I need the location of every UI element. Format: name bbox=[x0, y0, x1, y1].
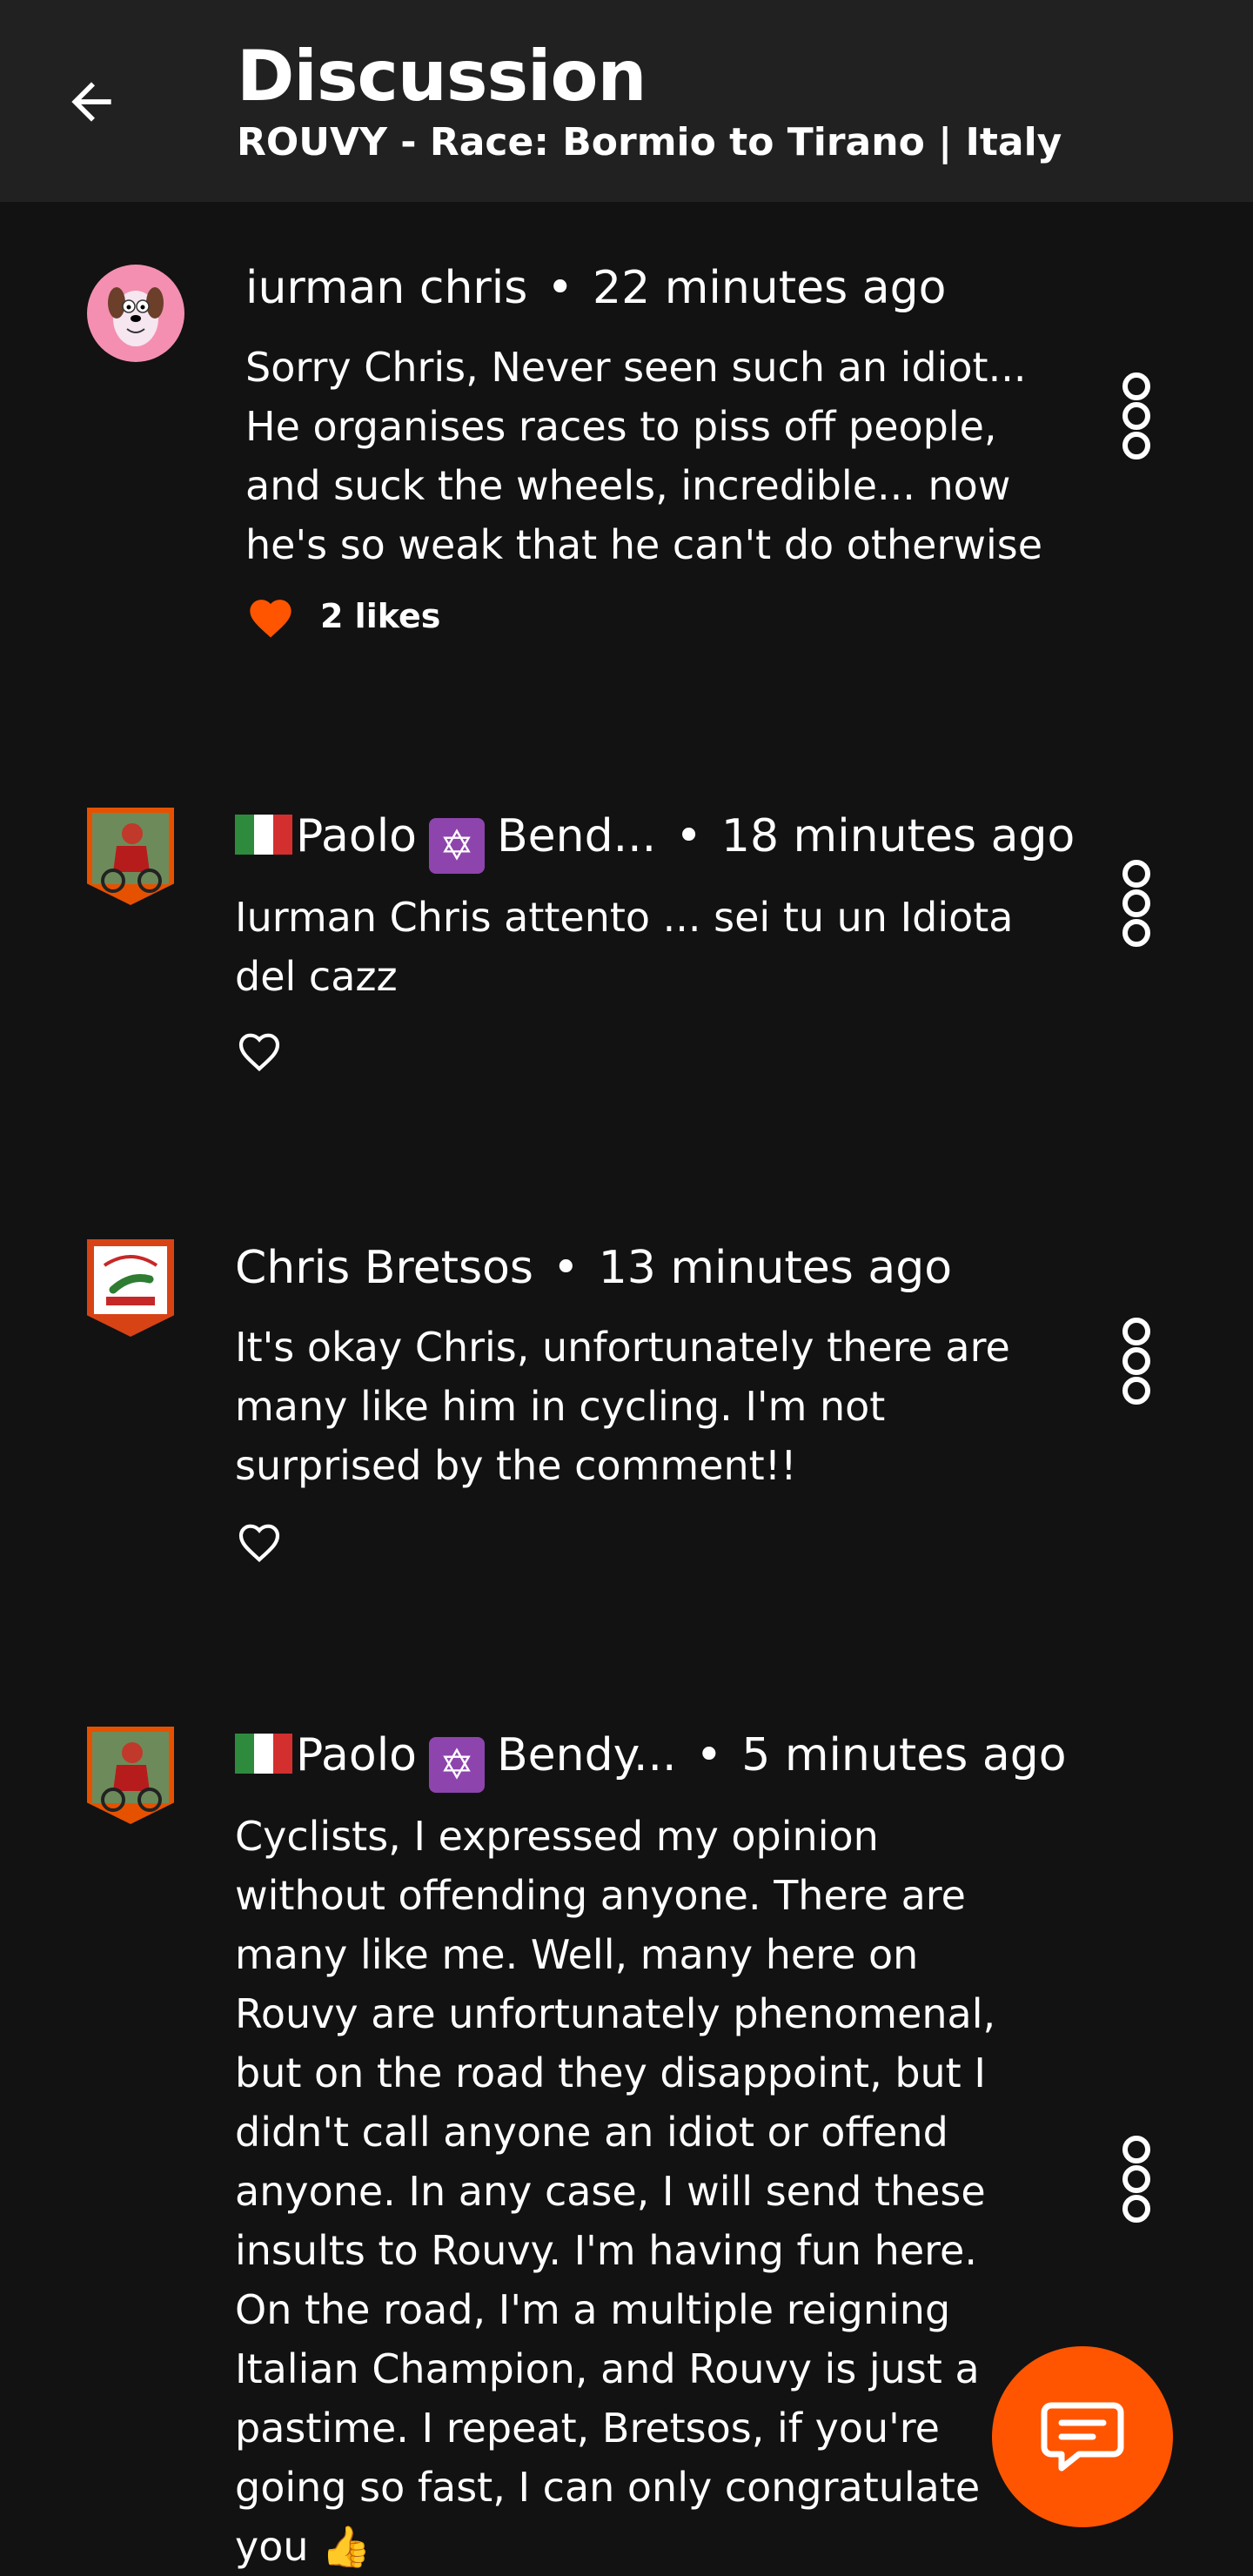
more-dot bbox=[1122, 919, 1150, 947]
more-dot bbox=[1122, 2136, 1150, 2163]
heart-outline-icon[interactable] bbox=[235, 1027, 284, 1072]
more-dot bbox=[1122, 432, 1150, 460]
page-subtitle: ROUVY - Race: Bormio to Tirano | Italy bbox=[237, 120, 1062, 164]
comment-author-suffix[interactable]: Bend... bbox=[497, 810, 656, 862]
more-dot bbox=[1122, 402, 1150, 430]
comment-author[interactable]: Paolo bbox=[296, 810, 417, 862]
more-options-button[interactable] bbox=[1117, 860, 1156, 947]
more-dot bbox=[1122, 372, 1150, 400]
comment-text: Iurman Chris attento ... sei tu un Idiot… bbox=[235, 894, 1014, 1000]
more-options-button[interactable] bbox=[1117, 1318, 1156, 1405]
star-of-david-icon: ✡ bbox=[428, 818, 485, 874]
heart-filled-icon[interactable] bbox=[245, 594, 296, 639]
comment-author-suffix[interactable]: Bendy... bbox=[497, 1729, 677, 1781]
more-dot bbox=[1122, 1347, 1150, 1375]
cyclist-photo-avatar-icon bbox=[92, 813, 169, 893]
more-options-button[interactable] bbox=[1117, 2136, 1156, 2223]
avatar[interactable] bbox=[87, 808, 174, 905]
app-header: Discussion ROUVY - Race: Bormio to Tiran… bbox=[0, 0, 1253, 202]
like-row: 2 likes bbox=[245, 594, 440, 639]
comment-time: 13 minutes ago bbox=[598, 1242, 953, 1294]
comment-text: Cyclists, I expressed my opinion without… bbox=[235, 1813, 996, 2570]
cartoon-dog-avatar-icon bbox=[108, 287, 164, 346]
separator-dot: • bbox=[675, 810, 702, 862]
comment-text: It's okay Chris, unfortunately there are… bbox=[235, 1324, 1010, 1489]
cyclist-photo-avatar-icon bbox=[92, 1732, 169, 1812]
page-title: Discussion bbox=[237, 36, 647, 117]
more-dot bbox=[1122, 1318, 1150, 1345]
comment-time: 5 minutes ago bbox=[741, 1729, 1067, 1781]
comment-meta: iurman chris • 22 minutes ago bbox=[245, 258, 946, 319]
comment-author[interactable]: Chris Bretsos bbox=[235, 1242, 533, 1294]
italy-flag-icon bbox=[235, 1734, 292, 1774]
comment-author[interactable]: iurman chris bbox=[245, 262, 527, 314]
comment-time: 22 minutes ago bbox=[593, 262, 947, 314]
comment-meta: Chris Bretsos • 13 minutes ago bbox=[235, 1238, 952, 1298]
comment-author[interactable]: Paolo bbox=[296, 1729, 417, 1781]
comment-meta: Paolo ✡ Bend... • 18 minutes ago bbox=[235, 806, 1075, 874]
separator-dot: • bbox=[553, 1242, 580, 1294]
comment-meta: Paolo ✡ Bendy... • 5 minutes ago bbox=[235, 1725, 1067, 1793]
more-dot bbox=[1122, 860, 1150, 888]
chat-bubble-icon bbox=[1041, 2402, 1124, 2472]
avatar[interactable] bbox=[87, 265, 184, 362]
separator-dot: • bbox=[695, 1729, 723, 1781]
back-button[interactable] bbox=[52, 63, 131, 141]
separator-dot: • bbox=[546, 262, 574, 314]
star-of-david-icon: ✡ bbox=[428, 1737, 485, 1793]
like-row bbox=[235, 1518, 284, 1563]
comment-text: Sorry Chris, Never seen such an idiot...… bbox=[245, 344, 1043, 568]
heart-outline-icon[interactable] bbox=[235, 1518, 284, 1563]
like-row bbox=[235, 1027, 284, 1072]
italy-flag-icon bbox=[235, 815, 292, 855]
avatar[interactable] bbox=[87, 1727, 174, 1824]
more-options-button[interactable] bbox=[1117, 372, 1156, 460]
more-dot bbox=[1122, 889, 1150, 917]
team-badge-avatar-icon bbox=[94, 1246, 167, 1314]
comment-time: 18 minutes ago bbox=[720, 810, 1075, 862]
more-dot bbox=[1122, 2195, 1150, 2223]
likes-count[interactable]: 2 likes bbox=[320, 597, 440, 635]
more-dot bbox=[1122, 2165, 1150, 2193]
more-dot bbox=[1122, 1377, 1150, 1405]
arrow-left-icon bbox=[71, 82, 111, 122]
new-comment-fab[interactable] bbox=[992, 2346, 1173, 2527]
avatar[interactable] bbox=[87, 1239, 174, 1337]
